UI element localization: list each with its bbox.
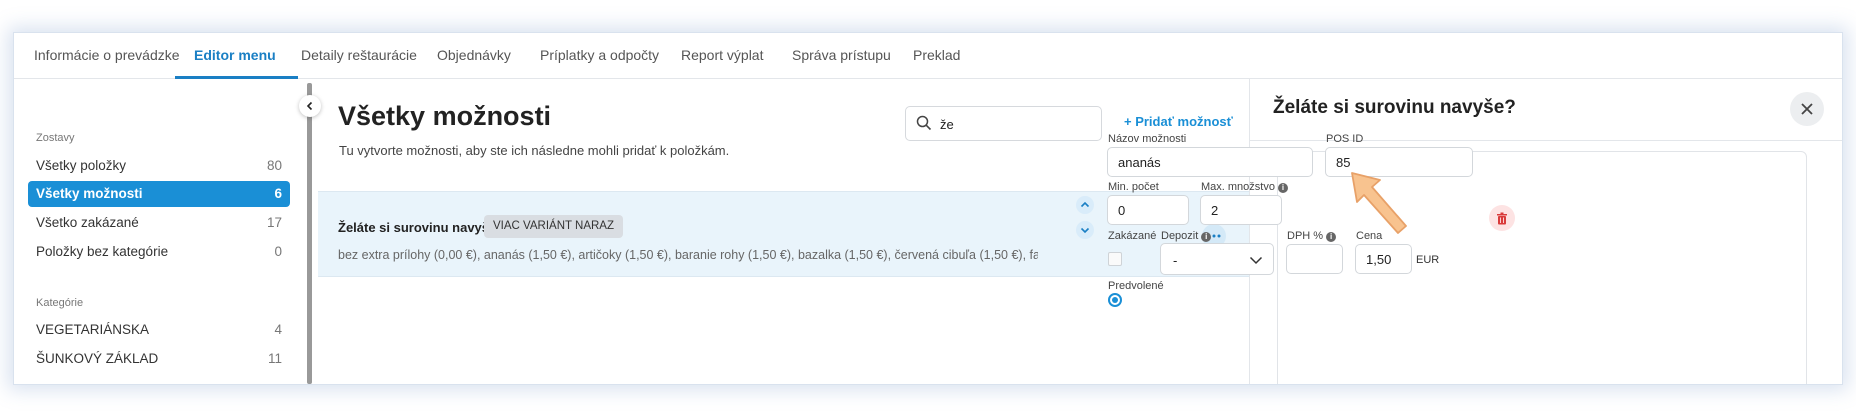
min-count-input[interactable] [1107, 195, 1189, 225]
deposit-select[interactable]: - [1160, 243, 1274, 275]
vat-label: DPH % i [1287, 230, 1337, 242]
move-up-button[interactable] [1076, 196, 1094, 214]
app-window: Informácie o prevádzke Editor menu Detai… [14, 33, 1842, 384]
chevron-left-icon [306, 101, 313, 111]
sidebar-scrollbar[interactable] [307, 83, 312, 384]
tab-detaily-restauracie[interactable]: Detaily reštaurácie [301, 47, 417, 63]
panel-title: Želáte si surovinu navyše? [1273, 97, 1516, 118]
max-quantity-label-text: Max. množstvo [1201, 181, 1275, 193]
sidebar-item-count: 11 [267, 351, 282, 366]
pos-id-label: POS ID [1326, 133, 1364, 145]
search-input[interactable] [940, 113, 1090, 135]
sidebar-item-all-items[interactable]: Všetky položky 80 [28, 153, 290, 179]
tab-priplatky[interactable]: Príplatky a odpočty [540, 47, 659, 63]
info-icon[interactable]: i [1326, 232, 1337, 242]
info-icon[interactable]: i [1201, 232, 1212, 242]
sidebar-item-label: ŠUNKOVÝ ZÁKLAD [36, 351, 159, 366]
default-radio[interactable] [1108, 293, 1122, 307]
max-quantity-label: Max. množstvo i [1201, 181, 1288, 193]
page-subtitle: Tu vytvorte možnosti, aby ste ich násled… [339, 143, 730, 158]
sidebar-item-all-disabled[interactable]: Všetko zakázané 17 [28, 210, 290, 236]
tab-report-vyplat[interactable]: Report výplat [681, 47, 763, 63]
sidebar-item-label: Všetko zakázané [36, 215, 139, 230]
deposit-select-value: - [1173, 253, 1178, 268]
sidebar-item-label: Položky bez kategórie [36, 244, 169, 259]
sidebar-section-sets: Zostavy [36, 132, 75, 144]
vat-input[interactable] [1286, 244, 1343, 274]
sidebar-category-vegetarian[interactable]: VEGETARIÁNSKA 4 [28, 317, 290, 343]
sidebar-item-count: 4 [274, 322, 282, 337]
search-icon [916, 115, 932, 131]
tab-preklad[interactable]: Preklad [913, 47, 960, 63]
chevron-down-icon [1249, 256, 1263, 265]
option-detail-panel: Želáte si surovinu navyše? [1249, 79, 1842, 384]
sidebar-item-count: 17 [266, 215, 282, 230]
max-quantity-input[interactable] [1200, 195, 1282, 225]
close-icon [1801, 103, 1813, 115]
option-row-description: bez extra prílohy (0,00 €), ananás (1,50… [338, 248, 1038, 262]
option-name-input[interactable] [1107, 147, 1313, 177]
sidebar-item-label: Všetky možnosti [36, 186, 143, 201]
default-label: Predvolené [1108, 280, 1164, 292]
sidebar: Zostavy Všetky položky 80 Všetky možnost… [14, 79, 321, 384]
chevron-down-icon [1080, 227, 1090, 234]
sidebar-item-count: 80 [266, 158, 282, 173]
tab-sprava-pristupu[interactable]: Správa prístupu [792, 47, 891, 63]
chevron-up-icon [1080, 201, 1090, 208]
option-row-title: Želáte si surovinu navyše? [338, 220, 505, 235]
close-panel-button[interactable] [1790, 92, 1824, 126]
sidebar-item-all-options[interactable]: Všetky možnosti 6 [28, 181, 290, 207]
option-name-label: Názov možnosti [1108, 133, 1187, 145]
vat-label-text: DPH % [1287, 230, 1324, 242]
page-title: Všetky možnosti [338, 101, 552, 131]
delete-option-button[interactable] [1489, 205, 1515, 231]
sidebar-section-categories: Kategórie [36, 297, 84, 309]
info-icon[interactable]: i [1277, 183, 1288, 193]
tab-objednavky[interactable]: Objednávky [437, 47, 511, 63]
sidebar-category-ham-base[interactable]: ŠUNKOVÝ ZÁKLAD 11 [28, 346, 290, 372]
sidebar-item-label: VEGETARIÁNSKA [36, 322, 150, 337]
deposit-label-text: Depozit [1161, 230, 1199, 242]
price-input[interactable] [1355, 244, 1412, 274]
sidebar-item-count: 0 [274, 244, 282, 259]
move-down-button[interactable] [1076, 221, 1094, 239]
currency-label: EUR [1416, 254, 1440, 266]
tab-prevadzka[interactable]: Informácie o prevádzke [34, 47, 180, 63]
trash-icon [1497, 212, 1507, 224]
deposit-label: Depozit i [1161, 230, 1212, 242]
top-navigation: Informácie o prevádzke Editor menu Detai… [14, 33, 1842, 79]
tab-editor-menu[interactable]: Editor menu [194, 47, 276, 63]
pointer-arrow-icon [1351, 172, 1407, 234]
sidebar-item-count: 6 [274, 186, 282, 201]
sidebar-item-label: Všetky položky [36, 158, 127, 173]
search-box[interactable] [905, 106, 1102, 141]
disabled-label: Zakázané [1108, 230, 1157, 242]
disabled-checkbox[interactable] [1108, 252, 1122, 266]
add-option-button[interactable]: + Pridať možnosť [1124, 114, 1233, 129]
min-count-label: Min. počet [1108, 181, 1159, 193]
sidebar-item-uncategorized[interactable]: Položky bez kategórie 0 [28, 239, 290, 265]
multi-variant-badge: VIAC VARIÁNT NARAZ [484, 215, 623, 238]
